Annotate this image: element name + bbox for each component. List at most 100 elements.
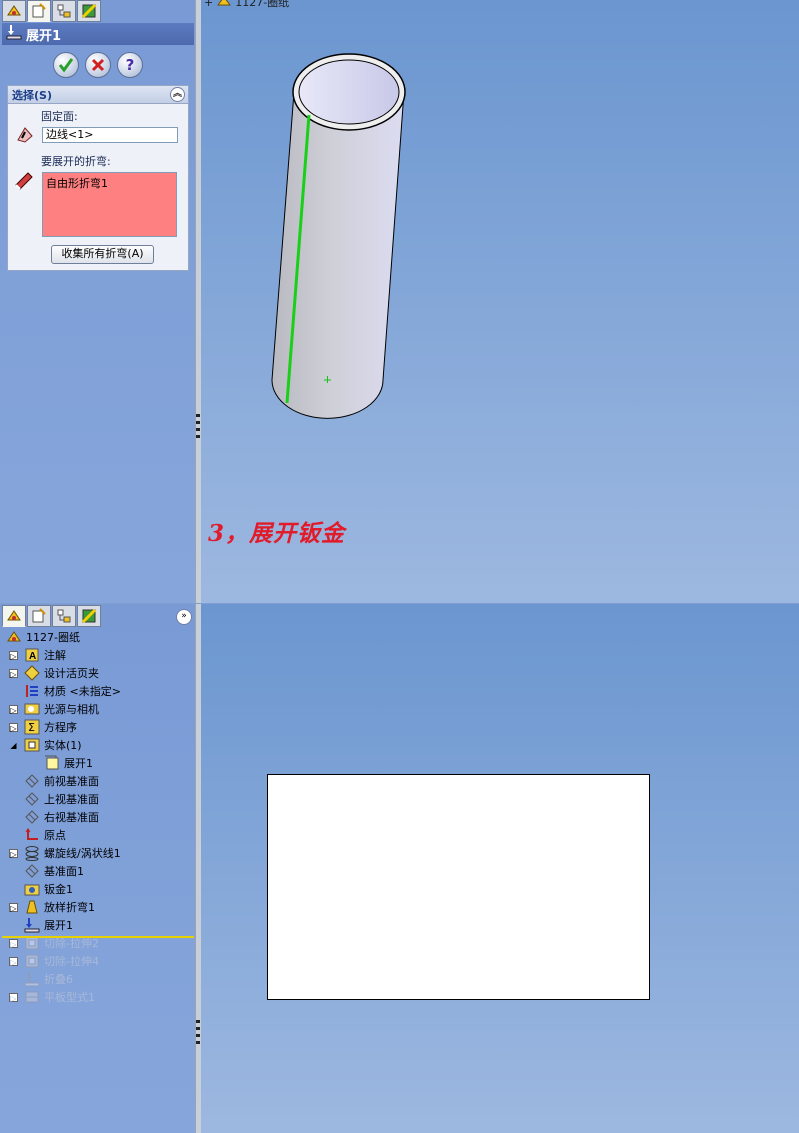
property-manager-tab-icon[interactable] (27, 0, 51, 22)
tree-item[interactable]: 基准面1 (9, 862, 84, 880)
cut-extrude-icon (24, 953, 40, 969)
tree-item[interactable]: ▷ 螺旋线/涡状线1 (9, 844, 121, 862)
expand-toggle-icon[interactable]: ▷ (9, 992, 18, 1003)
tree-item[interactable]: ▷ A 注解 (9, 646, 66, 664)
tree-item-label: 展开1 (44, 919, 73, 932)
tree-item[interactable]: ▷ 设计活页夹 (9, 664, 99, 682)
expand-toggle-icon[interactable]: ▷ (9, 722, 18, 733)
tree-item[interactable]: 上视基准面 (9, 790, 99, 808)
help-button[interactable]: ? (117, 52, 143, 78)
configuration-manager-tab-icon[interactable] (52, 0, 76, 22)
fixed-face-icon (15, 124, 35, 147)
plane-icon (24, 809, 40, 825)
collect-all-bends-button[interactable]: 收集所有折弯(A) (51, 245, 154, 264)
configuration-manager-tab-icon[interactable] (52, 605, 76, 627)
expand-toggle-icon[interactable]: ▷ (9, 902, 18, 913)
tree-item-label: 材质 <未指定> (44, 685, 121, 698)
display-manager-tab-icon[interactable] (77, 605, 101, 627)
origin-icon (24, 827, 40, 843)
tree-item[interactable]: 前视基准面 (9, 772, 99, 790)
tree-root-label: 1127-圈纸 (26, 631, 80, 644)
tree-item[interactable]: 材质 <未指定> (9, 682, 121, 700)
tree-item[interactable]: ▷ 光源与相机 (9, 700, 99, 718)
cancel-button[interactable] (85, 52, 111, 78)
tree-item-label: 平板型式1 (44, 991, 95, 1004)
annotation-icon: A (24, 647, 40, 663)
step-caption: 3，展开钣金 (208, 520, 346, 547)
bottom-tabs (2, 605, 101, 627)
tree-item-label: 光源与相机 (44, 703, 99, 716)
tree-item[interactable]: ▷ 切除-拉伸4 (9, 952, 99, 970)
tree-item[interactable]: 展开1 (9, 916, 73, 934)
tree-item[interactable]: ◢ 实体(1) (9, 736, 82, 754)
expand-toggle-icon[interactable]: ▷ (9, 668, 18, 679)
plane-icon (24, 773, 40, 789)
tree-root[interactable]: 1127-圈纸 (6, 628, 80, 646)
flat-sheet-model[interactable] (267, 774, 650, 1000)
solid-bodies-icon (24, 737, 40, 753)
expand-toggle-icon[interactable]: ▷ (9, 938, 18, 949)
selection-group-header[interactable]: 选择(S) ︽ (8, 86, 188, 104)
expand-toggle-icon[interactable]: ▷ (9, 956, 18, 967)
fixed-face-label: 固定面: (41, 110, 78, 123)
unfold-icon (24, 917, 40, 933)
tree-item[interactable]: 原点 (9, 826, 66, 844)
tree-item-label: 前视基准面 (44, 775, 99, 788)
tree-item[interactable]: 右视基准面 (9, 808, 99, 826)
equation-icon: Σ (24, 719, 40, 735)
tree-item-label: 放样折弯1 (44, 901, 95, 914)
feature-manager-tab-icon[interactable] (2, 0, 26, 22)
tree-item-label: 设计活页夹 (44, 667, 99, 680)
tree-item-label: 折叠6 (44, 973, 73, 986)
tree-item[interactable]: 折叠6 (9, 970, 73, 988)
fold-icon (24, 971, 40, 987)
expand-toggle-icon[interactable]: ▷ (9, 704, 18, 715)
flat-pattern-icon (24, 989, 40, 1005)
tree-item-label: 实体(1) (44, 739, 82, 752)
tree-item[interactable]: 钣金1 (9, 880, 73, 898)
bends-list[interactable]: 自由形折弯1 (42, 172, 177, 237)
display-manager-tab-icon[interactable] (77, 0, 101, 22)
material-icon (24, 683, 40, 699)
svg-text:A: A (29, 651, 36, 662)
expand-toggle-icon[interactable]: ▷ (9, 848, 18, 859)
tree-item[interactable]: 展开1 (44, 754, 93, 772)
property-manager-tab-icon[interactable] (27, 605, 51, 627)
splitter-grip-icon (196, 1020, 200, 1044)
splitter-grip-icon (196, 414, 200, 438)
tree-item[interactable]: ▷ 平板型式1 (9, 988, 95, 1006)
collapse-toggle-icon[interactable]: ◢ (9, 741, 18, 750)
ok-button[interactable] (53, 52, 79, 78)
selection-group-title: 选择(S) (12, 88, 52, 102)
tree-item[interactable]: ▷ 放样折弯1 (9, 898, 95, 916)
unfold-icon (6, 24, 22, 44)
tree-item-label: 原点 (44, 829, 66, 842)
property-manager-title: 展开1 (26, 28, 62, 44)
body-icon (44, 755, 60, 771)
tree-item-label: 右视基准面 (44, 811, 99, 824)
expand-toggle-icon[interactable]: ▷ (9, 650, 18, 661)
part-icon (6, 629, 22, 645)
chevron-right-icon[interactable]: » (176, 609, 192, 625)
rollback-bar[interactable] (2, 936, 194, 938)
fixed-face-field[interactable]: 边线<1> (42, 127, 178, 143)
tree-item-label: 螺旋线/涡状线1 (44, 847, 121, 860)
tree-item-label: 切除-拉伸4 (44, 955, 99, 968)
tree-item-label: 钣金1 (44, 883, 73, 896)
bends-list-item[interactable]: 自由形折弯1 (46, 175, 173, 191)
collapse-icon[interactable]: ︽ (170, 87, 185, 102)
feature-manager-tab-icon[interactable] (2, 605, 26, 627)
plane-icon (24, 863, 40, 879)
help-icon: ? (125, 56, 135, 74)
tree-item[interactable]: ▷ Σ 方程序 (9, 718, 77, 736)
lights-icon (24, 701, 40, 717)
svg-text:Σ: Σ (28, 721, 35, 734)
cylinder-model[interactable] (201, 0, 799, 460)
